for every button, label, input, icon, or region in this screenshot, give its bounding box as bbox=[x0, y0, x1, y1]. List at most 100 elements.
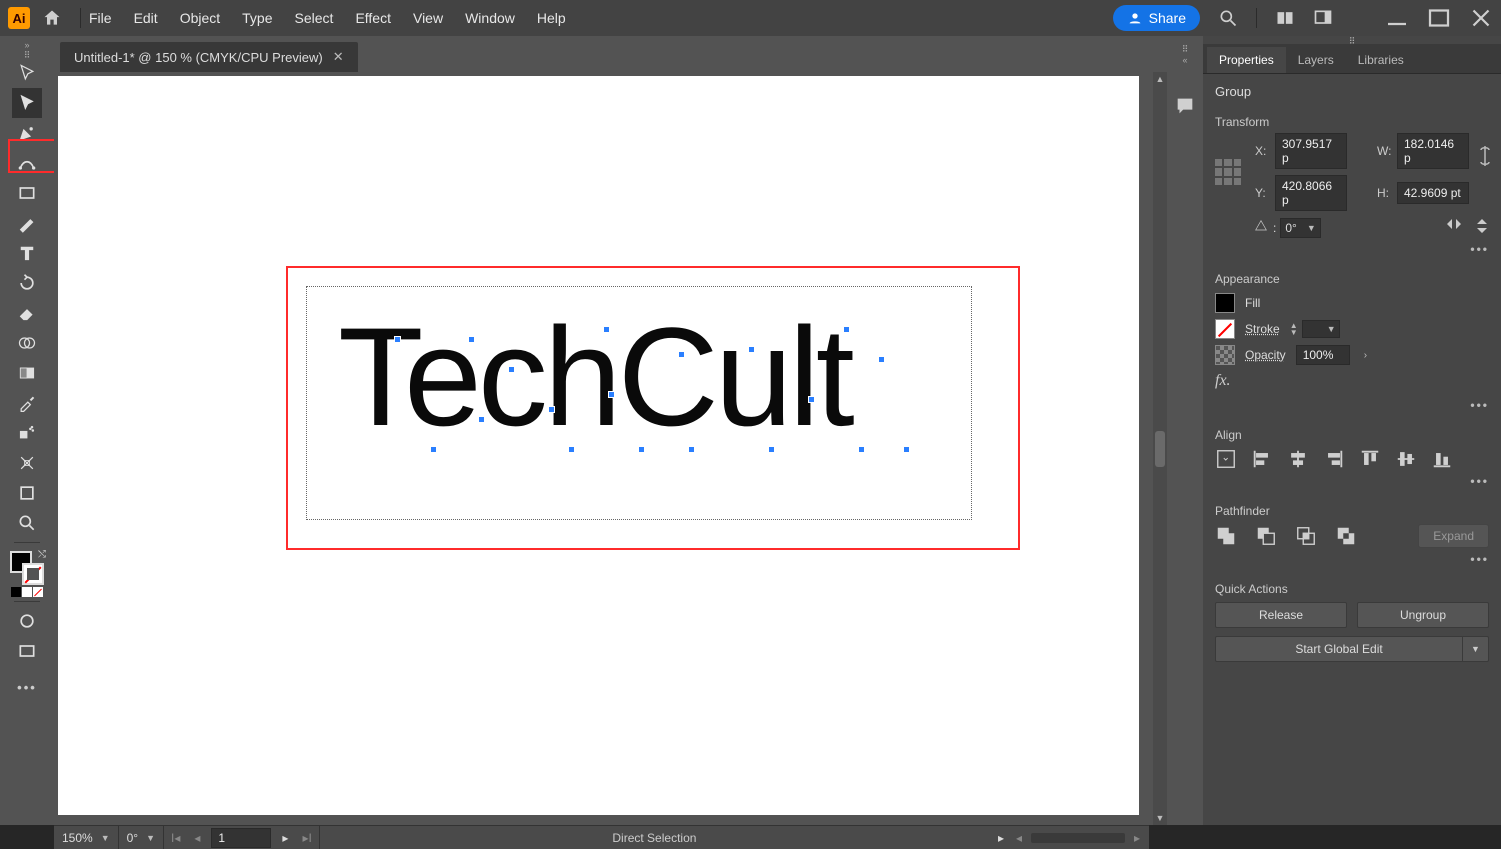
scroll-thumb[interactable] bbox=[1155, 431, 1165, 467]
flip-vertical-icon[interactable] bbox=[1475, 217, 1489, 238]
next-artboard-icon[interactable]: ▸ bbox=[279, 831, 291, 845]
scroll-right-icon[interactable]: ▸ bbox=[995, 831, 1007, 845]
menu-object[interactable]: Object bbox=[180, 10, 220, 26]
stroke-weight-dropdown[interactable]: ▼ bbox=[1302, 320, 1340, 338]
stroke-weight-stepper[interactable]: ▲▼ bbox=[1290, 322, 1298, 336]
artboard-tool[interactable] bbox=[12, 478, 42, 508]
symbol-sprayer-tool[interactable] bbox=[12, 418, 42, 448]
tab-libraries[interactable]: Libraries bbox=[1346, 47, 1416, 73]
stroke-swatch[interactable] bbox=[22, 563, 44, 585]
opacity-expand-icon[interactable]: › bbox=[1360, 350, 1371, 361]
menu-view[interactable]: View bbox=[413, 10, 443, 26]
scroll-down-icon[interactable]: ▼ bbox=[1153, 811, 1167, 825]
share-button[interactable]: Share bbox=[1113, 5, 1200, 31]
opacity-input[interactable]: 100% bbox=[1296, 345, 1350, 365]
menu-file[interactable]: File bbox=[89, 10, 112, 26]
h-input[interactable]: 42.9609 pt bbox=[1397, 182, 1469, 204]
swap-fill-stroke-icon[interactable]: ⤭ bbox=[38, 549, 46, 560]
stroke-color-swatch[interactable] bbox=[1215, 319, 1235, 339]
constrain-proportions-icon[interactable] bbox=[1477, 143, 1493, 172]
reference-point-grid[interactable] bbox=[1215, 159, 1241, 185]
stroke-label[interactable]: Stroke bbox=[1245, 322, 1280, 336]
eyedropper-tool[interactable] bbox=[12, 388, 42, 418]
window-close-button[interactable] bbox=[1469, 9, 1493, 27]
menu-effect[interactable]: Effect bbox=[355, 10, 391, 26]
draw-mode-normal[interactable] bbox=[12, 606, 42, 636]
text-object[interactable]: TechCult bbox=[338, 296, 851, 458]
slice-tool[interactable] bbox=[12, 448, 42, 478]
scroll-left-icon[interactable]: ◂ bbox=[1013, 831, 1025, 845]
rectangle-tool[interactable] bbox=[12, 178, 42, 208]
align-right-icon[interactable] bbox=[1323, 448, 1345, 470]
color-mode-solid[interactable] bbox=[11, 587, 21, 597]
paintbrush-tool[interactable] bbox=[12, 208, 42, 238]
pathfinder-unite-icon[interactable] bbox=[1215, 525, 1237, 547]
tab-properties[interactable]: Properties bbox=[1207, 47, 1286, 73]
menu-select[interactable]: Select bbox=[295, 10, 334, 26]
canvas[interactable]: TechCult bbox=[54, 72, 1153, 825]
y-input[interactable]: 420.8066 p bbox=[1275, 175, 1347, 211]
search-icon[interactable] bbox=[1218, 8, 1238, 28]
direct-selection-tool[interactable] bbox=[12, 88, 42, 118]
global-edit-options-icon[interactable]: ▼ bbox=[1463, 636, 1489, 662]
document-tab[interactable]: Untitled-1* @ 150 % (CMYK/CPU Preview) ✕ bbox=[60, 42, 358, 72]
edit-toolbar-button[interactable]: ••• bbox=[17, 680, 37, 695]
artboard-number-input[interactable]: 1 bbox=[211, 828, 271, 848]
pathfinder-intersect-icon[interactable] bbox=[1295, 525, 1317, 547]
screen-mode-button[interactable] bbox=[12, 636, 42, 666]
pathfinder-exclude-icon[interactable] bbox=[1335, 525, 1357, 547]
pathfinder-minus-front-icon[interactable] bbox=[1255, 525, 1277, 547]
zoom-dropdown-icon[interactable]: ▼ bbox=[101, 833, 110, 843]
home-button[interactable] bbox=[42, 8, 62, 28]
close-tab-icon[interactable]: ✕ bbox=[333, 49, 344, 65]
more-options-icon[interactable]: ••• bbox=[1215, 474, 1489, 488]
align-bottom-icon[interactable] bbox=[1431, 448, 1453, 470]
start-global-edit-button[interactable]: Start Global Edit bbox=[1215, 636, 1463, 662]
horizontal-scrollbar[interactable]: ▸ ◂ ▸ bbox=[989, 831, 1149, 845]
rotation-angle-input[interactable]: 0°▼ bbox=[1280, 218, 1320, 238]
eraser-tool[interactable] bbox=[12, 298, 42, 328]
align-center-vertical-icon[interactable] bbox=[1395, 448, 1417, 470]
rotation-dropdown-icon[interactable]: ▼ bbox=[146, 833, 155, 843]
pen-tool[interactable] bbox=[12, 118, 42, 148]
tab-layers[interactable]: Layers bbox=[1286, 47, 1346, 73]
gradient-tool[interactable] bbox=[12, 358, 42, 388]
first-artboard-icon[interactable]: I◂ bbox=[168, 831, 183, 845]
align-to-dropdown[interactable] bbox=[1215, 448, 1237, 470]
window-maximize-button[interactable] bbox=[1427, 9, 1451, 27]
align-top-icon[interactable] bbox=[1359, 448, 1381, 470]
more-options-icon[interactable]: ••• bbox=[1215, 242, 1489, 256]
zoom-tool[interactable] bbox=[12, 508, 42, 538]
opacity-label[interactable]: Opacity bbox=[1245, 348, 1286, 362]
align-center-horizontal-icon[interactable] bbox=[1287, 448, 1309, 470]
w-input[interactable]: 182.0146 p bbox=[1397, 133, 1469, 169]
opacity-swatch[interactable] bbox=[1215, 345, 1235, 365]
effects-button[interactable]: fx. bbox=[1215, 372, 1231, 390]
shape-builder-tool[interactable] bbox=[12, 328, 42, 358]
workspace-switcher-icon[interactable] bbox=[1313, 8, 1333, 28]
curvature-tool[interactable] bbox=[12, 148, 42, 178]
vertical-scrollbar[interactable]: ▲ ▼ bbox=[1153, 72, 1167, 825]
rotate-tool[interactable] bbox=[12, 268, 42, 298]
panel-expand-icon[interactable]: » bbox=[24, 40, 29, 50]
menu-help[interactable]: Help bbox=[537, 10, 566, 26]
scroll-right-end-icon[interactable]: ▸ bbox=[1131, 831, 1143, 845]
canvas-rotation[interactable]: 0° bbox=[127, 831, 138, 845]
zoom-level[interactable]: 150% bbox=[62, 831, 93, 845]
comments-panel-icon[interactable] bbox=[1174, 95, 1196, 120]
flip-horizontal-icon[interactable] bbox=[1445, 217, 1463, 238]
release-button[interactable]: Release bbox=[1215, 602, 1347, 628]
align-left-icon[interactable] bbox=[1251, 448, 1273, 470]
panel-grip-icon[interactable]: ⠿ bbox=[0, 50, 54, 58]
ungroup-button[interactable]: Ungroup bbox=[1357, 602, 1489, 628]
prev-artboard-icon[interactable]: ◂ bbox=[191, 831, 203, 845]
arrange-documents-icon[interactable] bbox=[1275, 8, 1295, 28]
menu-type[interactable]: Type bbox=[242, 10, 272, 26]
scroll-up-icon[interactable]: ▲ bbox=[1153, 72, 1167, 86]
fill-color-swatch[interactable] bbox=[1215, 293, 1235, 313]
menu-window[interactable]: Window bbox=[465, 10, 515, 26]
menu-edit[interactable]: Edit bbox=[134, 10, 158, 26]
panel-grip-icon[interactable]: ⠿ bbox=[1182, 44, 1189, 55]
fill-stroke-control[interactable]: ⤭ bbox=[10, 551, 44, 585]
color-mode-gradient[interactable] bbox=[22, 587, 32, 597]
